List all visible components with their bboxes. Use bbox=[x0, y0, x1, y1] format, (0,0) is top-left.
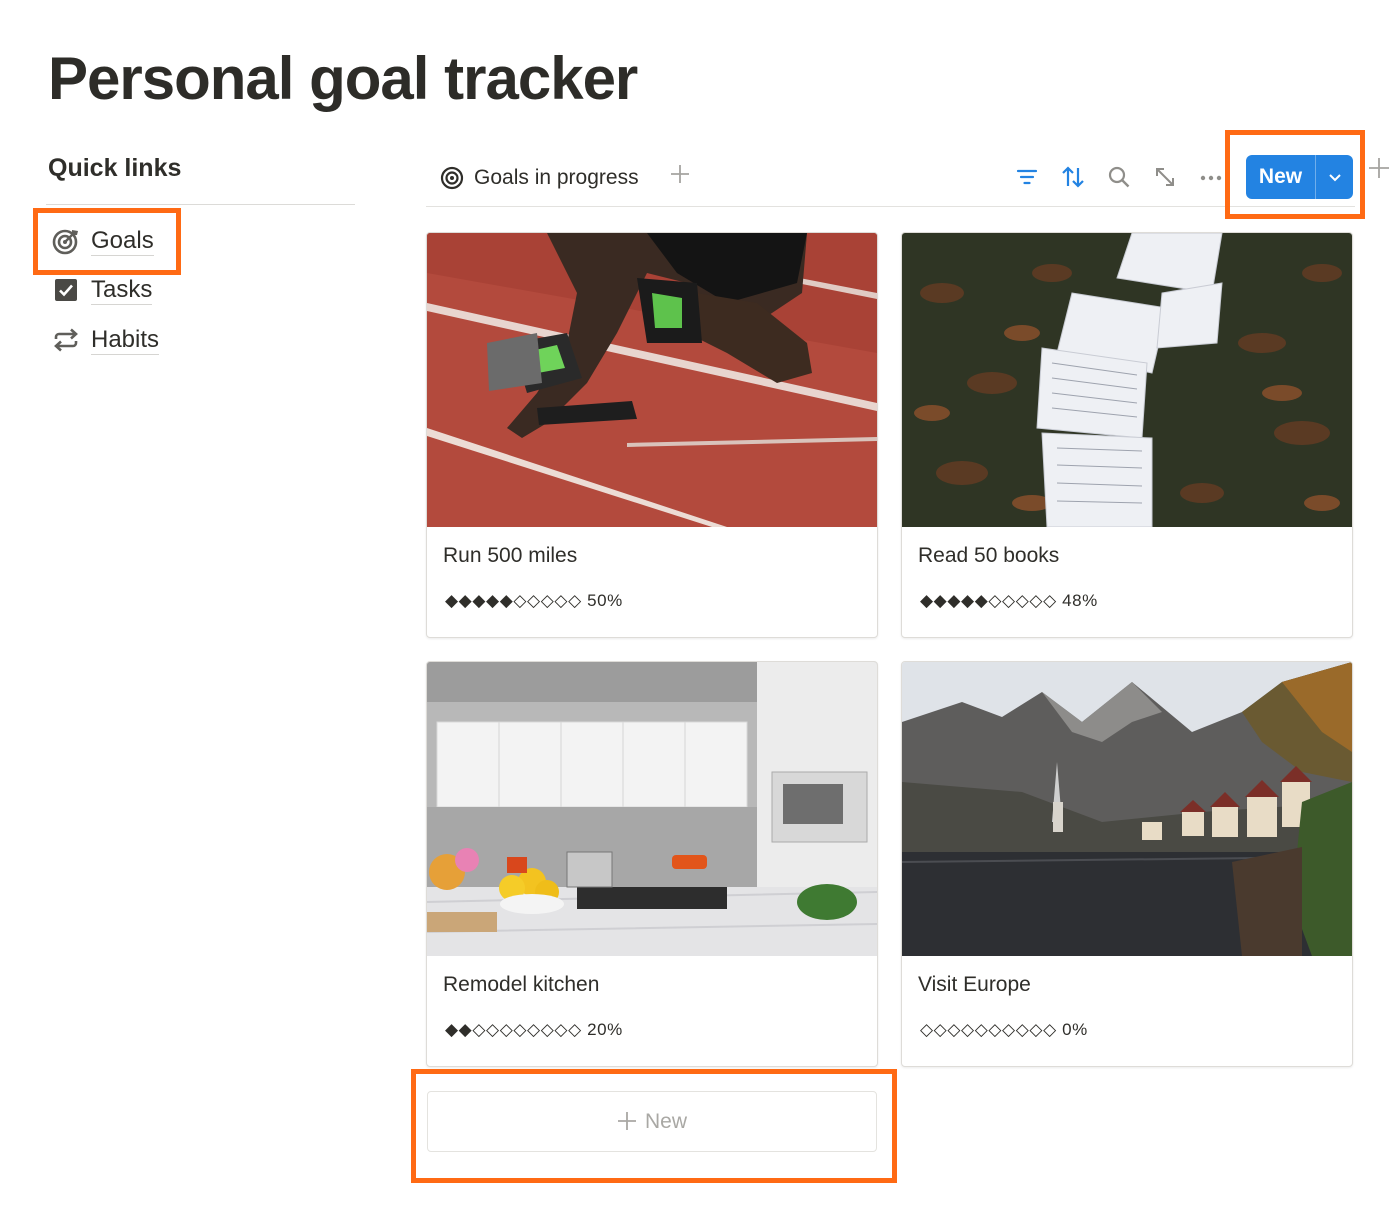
target-icon bbox=[440, 166, 464, 190]
card-title: Run 500 miles bbox=[443, 544, 578, 567]
view-tab-goals-in-progress[interactable]: Goals in progress bbox=[440, 162, 639, 194]
quick-links-heading: Quick links bbox=[48, 154, 182, 182]
quick-link-label: Tasks bbox=[91, 275, 153, 305]
filter-icon bbox=[1016, 169, 1038, 185]
repeat-icon bbox=[52, 326, 80, 354]
checkbox-icon bbox=[52, 276, 80, 304]
card-title: Visit Europe bbox=[918, 973, 1031, 996]
more-options-button[interactable] bbox=[1198, 164, 1224, 190]
card-title: Remodel kitchen bbox=[443, 973, 600, 996]
more-icon bbox=[1200, 175, 1222, 181]
progress-label: 50% bbox=[587, 591, 623, 610]
quick-link-habits[interactable]: Habits bbox=[52, 320, 160, 360]
page-title: Personal goal tracker bbox=[48, 45, 638, 112]
card-title: Read 50 books bbox=[918, 544, 1060, 567]
filter-button[interactable] bbox=[1014, 164, 1040, 190]
search-button[interactable] bbox=[1106, 164, 1132, 190]
quick-links-divider bbox=[46, 204, 355, 205]
progress: ◆◆◇◇◇◇◇◇◇◇ 20% bbox=[445, 1020, 623, 1040]
new-card-button[interactable]: New bbox=[427, 1091, 877, 1152]
progress-bar: ◆◆◆◆◆◇◇◇◇◇ bbox=[920, 591, 1057, 610]
search-icon bbox=[1108, 166, 1130, 188]
goal-card[interactable]: Run 500 miles ◆◆◆◆◆◇◇◇◇◇ 50% bbox=[426, 232, 878, 638]
view-tab-label: Goals in progress bbox=[474, 166, 639, 189]
progress: ◆◆◆◆◆◇◇◇◇◇ 50% bbox=[445, 591, 623, 611]
new-card-label: New bbox=[644, 1109, 687, 1133]
sort-icon bbox=[1062, 166, 1084, 188]
quick-link-tasks[interactable]: Tasks bbox=[52, 270, 153, 310]
add-button[interactable] bbox=[1367, 156, 1391, 185]
quick-link-label: Goals bbox=[91, 226, 154, 256]
cover-image-running-track bbox=[427, 233, 877, 527]
chevron-down-icon bbox=[1328, 174, 1341, 182]
progress-bar: ◆◆◇◇◇◇◇◇◇◇ bbox=[445, 1020, 582, 1039]
plus-icon bbox=[1369, 158, 1389, 178]
quick-link-label: Habits bbox=[91, 325, 160, 355]
progress-label: 48% bbox=[1062, 591, 1098, 610]
plus-icon bbox=[617, 1111, 637, 1132]
goal-card[interactable]: Read 50 books ◆◆◆◆◆◇◇◇◇◇ 48% bbox=[901, 232, 1353, 638]
sort-button[interactable] bbox=[1060, 164, 1086, 190]
add-view-button[interactable] bbox=[669, 163, 693, 189]
goal-card[interactable]: Visit Europe ◇◇◇◇◇◇◇◇◇◇ 0% bbox=[901, 661, 1353, 1067]
progress-label: 20% bbox=[587, 1020, 623, 1039]
expand-icon bbox=[1156, 168, 1174, 186]
quick-link-goals[interactable]: Goals bbox=[52, 221, 154, 261]
toolbar-divider bbox=[426, 206, 1355, 207]
expand-button[interactable] bbox=[1152, 164, 1178, 190]
cover-image-kitchen bbox=[427, 662, 877, 956]
cover-image-europe bbox=[902, 662, 1352, 956]
plus-icon bbox=[671, 165, 689, 183]
progress-bar: ◆◆◆◆◆◇◇◇◇◇ bbox=[445, 591, 582, 610]
progress: ◆◆◆◆◆◇◇◇◇◇ 48% bbox=[920, 591, 1098, 611]
target-icon bbox=[52, 227, 80, 255]
goal-card[interactable]: Remodel kitchen ◆◆◇◇◇◇◇◇◇◇ 20% bbox=[426, 661, 878, 1067]
cover-image-books bbox=[902, 233, 1352, 527]
new-button-label[interactable]: New bbox=[1246, 155, 1316, 199]
new-dropdown-button[interactable] bbox=[1316, 155, 1353, 199]
progress-bar: ◇◇◇◇◇◇◇◇◇◇ bbox=[920, 1020, 1057, 1039]
progress: ◇◇◇◇◇◇◇◇◇◇ 0% bbox=[920, 1020, 1088, 1040]
new-button[interactable]: New bbox=[1246, 155, 1353, 199]
progress-label: 0% bbox=[1062, 1020, 1088, 1039]
